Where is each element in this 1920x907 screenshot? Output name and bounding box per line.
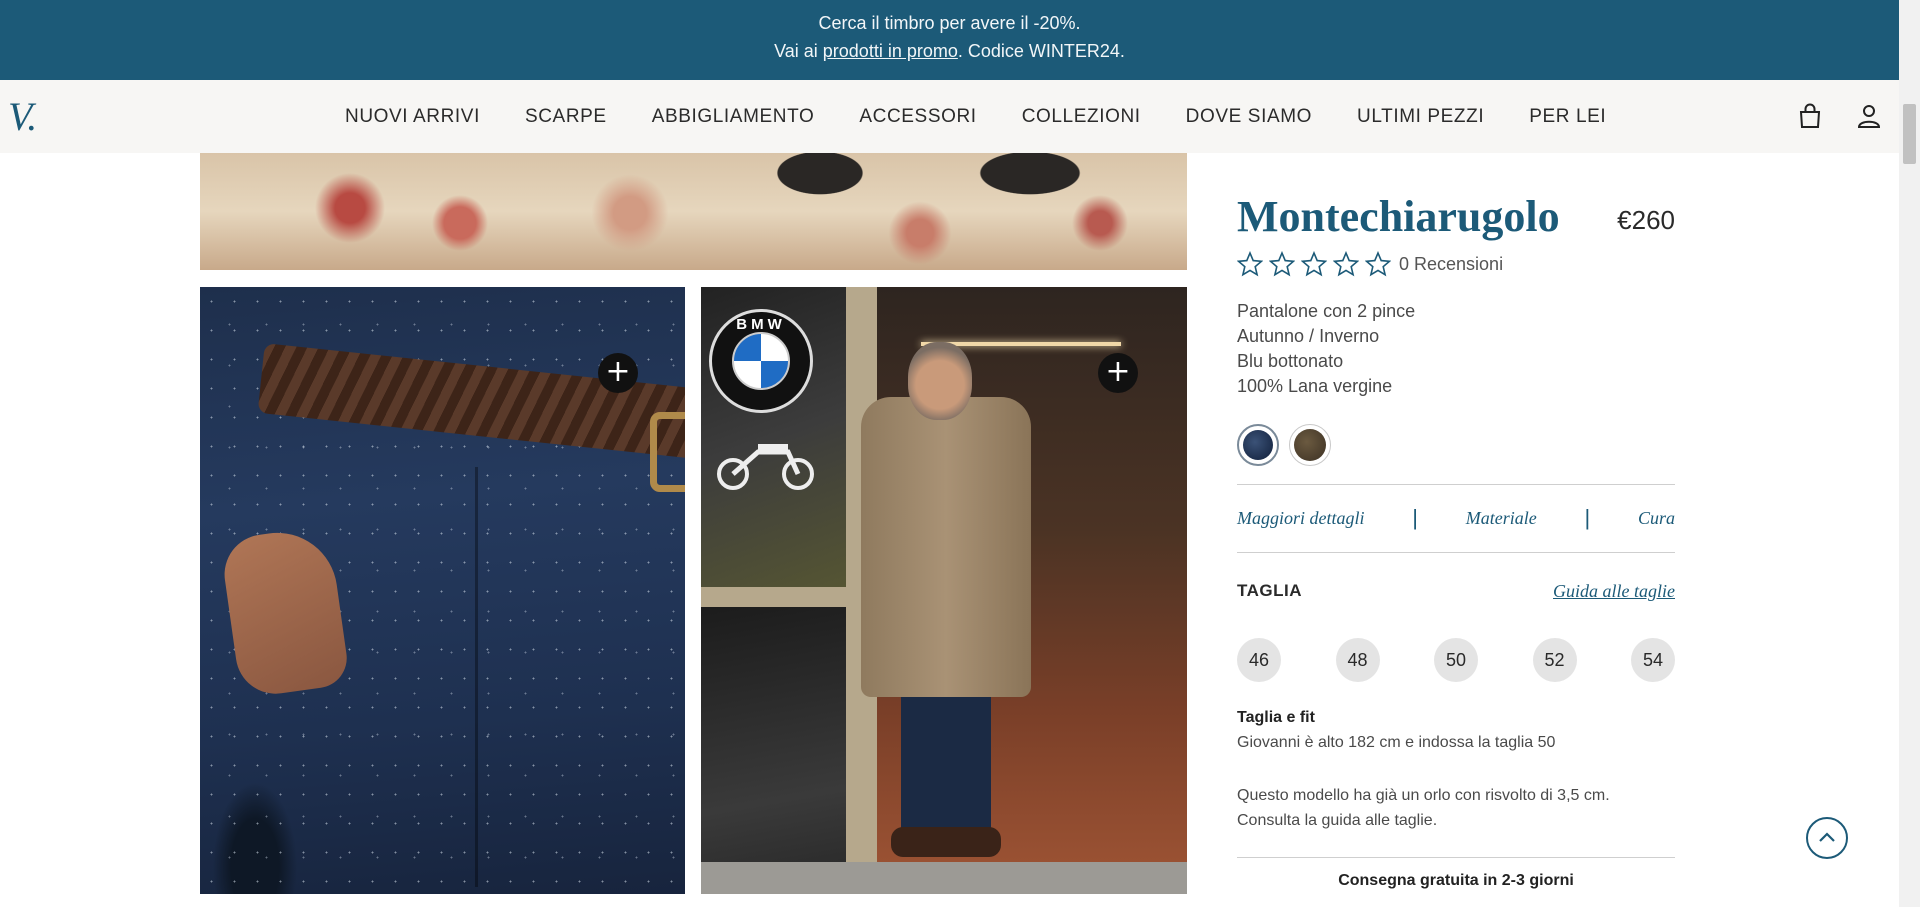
size-selector: 46 48 50 52 54 <box>1237 638 1675 682</box>
bmw-logo: BMW <box>709 309 813 413</box>
detail-tabs: Maggiori dettagli | Materiale | Cura <box>1237 505 1675 531</box>
pavement <box>701 862 1187 894</box>
chevron-up-icon <box>1819 832 1835 842</box>
swatch-fill <box>1243 430 1273 460</box>
promo-line-2-suffix: . Codice WINTER24. <box>957 41 1125 61</box>
tab-separator: | <box>1412 505 1418 530</box>
zoom-plus-icon[interactable]: + <box>1098 353 1138 393</box>
belt-buckle <box>650 412 685 492</box>
trouser-pleat <box>475 467 478 887</box>
description-line: Pantalone con 2 pince <box>1237 301 1416 321</box>
scrollbar-thumb[interactable] <box>1903 104 1916 164</box>
brand-logo[interactable]: V. <box>6 94 54 138</box>
divider <box>1237 857 1675 858</box>
nav-item-dove-siamo[interactable]: DOVE SIAMO <box>1186 106 1312 128</box>
swatch-blue[interactable] <box>1237 424 1279 466</box>
door-glass-lower <box>701 607 846 877</box>
tab-cura[interactable]: Cura <box>1638 508 1675 529</box>
page-scrollbar[interactable] <box>1899 0 1920 907</box>
nav-item-nuovi-arrivi[interactable]: NUOVI ARRIVI <box>345 106 480 128</box>
tab-materiale[interactable]: Materiale <box>1466 508 1537 529</box>
description-line: 100% Lana vergine <box>1237 376 1393 396</box>
account-icon[interactable] <box>1855 102 1883 130</box>
star-icon <box>1269 251 1295 277</box>
model-legs <box>901 687 991 837</box>
model-head <box>908 342 972 420</box>
bmw-text: BMW <box>736 316 786 333</box>
model-coat <box>861 397 1031 697</box>
bmw-roundel <box>732 332 790 390</box>
tab-separator: | <box>1584 505 1591 530</box>
product-image-trouser-detail[interactable]: + <box>200 287 685 894</box>
star-icon <box>1237 251 1263 277</box>
hem-text: Questo modello ha già un orlo con risvol… <box>1237 787 1610 829</box>
nav-item-accessori[interactable]: ACCESSORI <box>859 106 976 128</box>
size-option-54[interactable]: 54 <box>1631 638 1675 682</box>
nav-item-collezioni[interactable]: COLLEZIONI <box>1022 106 1141 128</box>
promo-products-link[interactable]: prodotti in promo <box>823 41 958 61</box>
reviews-link[interactable]: 0 Recensioni <box>1399 254 1503 275</box>
description-line: Blu bottonato <box>1237 351 1344 371</box>
motorcycle-sticker-icon <box>717 444 814 490</box>
model-shoes <box>891 827 1001 857</box>
product-description: Pantalone con 2 pince Autunno / Inverno … <box>1237 299 1415 399</box>
main-nav: NUOVI ARRIVI SCARPE ABBIGLIAMENTO ACCESS… <box>345 80 1651 153</box>
star-icon <box>1365 251 1391 277</box>
promo-line-1: Cerca il timbro per avere il -20%. <box>818 13 1081 33</box>
swatch-fill <box>1294 429 1326 461</box>
nav-item-abbigliamento[interactable]: ABBIGLIAMENTO <box>652 106 815 128</box>
size-guide-link[interactable]: Guida alle taglie <box>1553 581 1675 602</box>
tab-maggiori-dettagli[interactable]: Maggiori dettagli <box>1237 508 1365 529</box>
swatch-brown[interactable] <box>1289 424 1331 466</box>
product-title: Montechiarugolo <box>1237 192 1560 241</box>
size-option-52[interactable]: 52 <box>1532 638 1577 682</box>
promo-banner: Cerca il timbro per avere il -20%. Vai a… <box>0 0 1899 80</box>
delivery-info: Consegna gratuita in 2-3 giorni <box>1338 872 1574 889</box>
product-image-rug-shoes[interactable] <box>200 153 1187 270</box>
cart-icon[interactable] <box>1796 102 1824 130</box>
nav-item-ultimi-pezzi[interactable]: ULTIMI PEZZI <box>1357 106 1484 128</box>
fit-title: Taglia e fit <box>1237 709 1315 726</box>
logo-text: V. <box>8 94 37 138</box>
nav-item-scarpe[interactable]: SCARPE <box>525 106 607 128</box>
promo-line-2: Vai ai prodotti in promo. Codice WINTER2… <box>0 37 1899 65</box>
rating-stars[interactable]: 0 Recensioni <box>1237 251 1503 277</box>
product-price: €260 <box>1617 205 1675 235</box>
size-option-46[interactable]: 46 <box>1237 638 1281 682</box>
star-icon <box>1333 251 1359 277</box>
nav-item-per-lei[interactable]: PER LEI <box>1529 106 1606 128</box>
color-swatches <box>1237 424 1341 466</box>
divider <box>1237 484 1675 485</box>
fit-text: Giovanni è alto 182 cm e indossa la tagl… <box>1237 734 1556 751</box>
promo-line-2-prefix: Vai ai <box>774 41 823 61</box>
size-label: TAGLIA <box>1237 581 1303 600</box>
size-option-50[interactable]: 50 <box>1434 638 1478 682</box>
zoom-plus-icon[interactable]: + <box>598 353 638 393</box>
site-header: V. NUOVI ARRIVI SCARPE ABBIGLIAMENTO ACC… <box>0 80 1899 153</box>
product-image-model-full[interactable]: BMW + <box>701 287 1187 894</box>
star-icon <box>1301 251 1327 277</box>
size-option-48[interactable]: 48 <box>1335 638 1380 682</box>
description-line: Autunno / Inverno <box>1237 326 1380 346</box>
divider <box>1237 552 1675 553</box>
back-to-top-button[interactable] <box>1806 817 1848 859</box>
